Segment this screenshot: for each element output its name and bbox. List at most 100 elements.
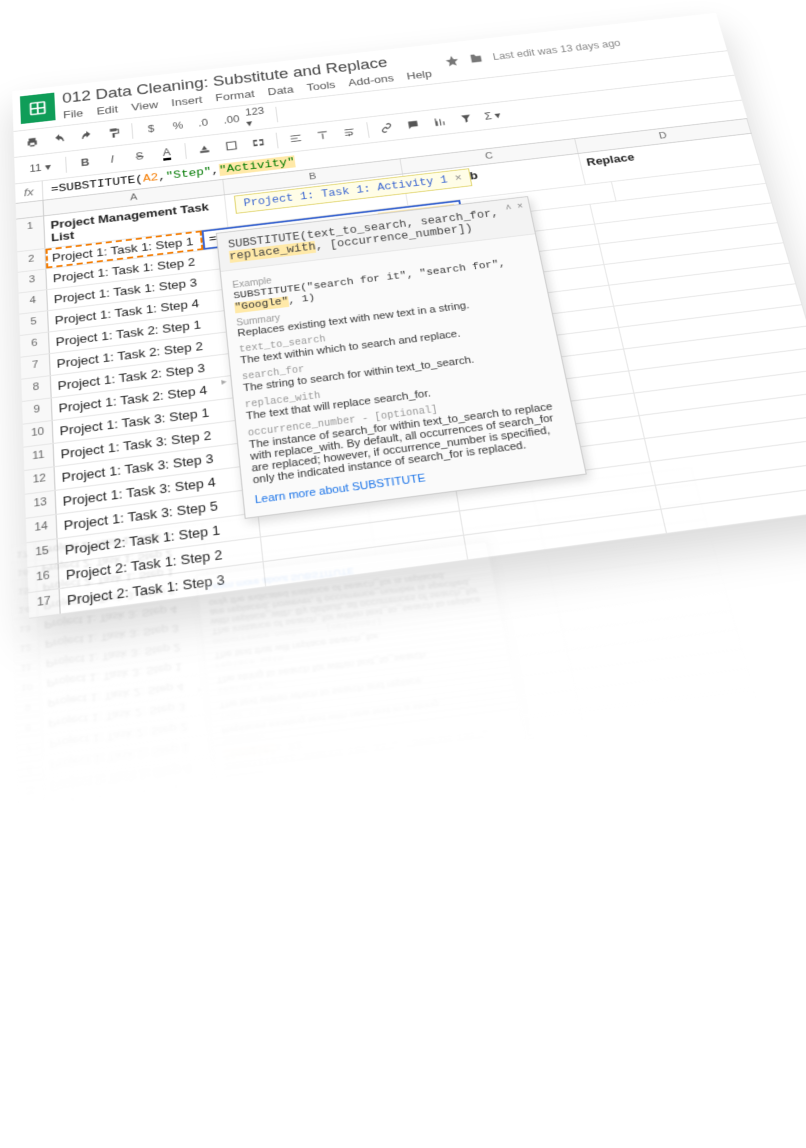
h-align-icon[interactable] (282, 128, 309, 150)
row-7-header[interactable]: 7 (21, 354, 51, 379)
functions-icon[interactable]: Σ ▾ (522, 880, 553, 906)
cell-A11[interactable]: Project 1: Task 3: Step 2 (40, 634, 216, 673)
cell-A3[interactable]: Project 1: Task 1: Step 2 (46, 796, 232, 840)
col-B[interactable]: B (238, 852, 426, 893)
cell-D2[interactable] (620, 750, 777, 789)
cell-B13[interactable] (210, 576, 382, 614)
expand-caret-icon[interactable]: ▸ (221, 377, 227, 388)
row-8-header[interactable]: 8 (15, 714, 43, 737)
italic-icon[interactable]: I (113, 934, 142, 961)
row-10-header[interactable]: 10 (13, 674, 41, 696)
menu-help[interactable]: Help (463, 955, 493, 974)
cell-B1[interactable] (234, 816, 423, 875)
collapse-help-icon[interactable]: ˄ × (505, 203, 524, 214)
insert-link-icon[interactable] (373, 117, 401, 138)
cell-D7[interactable] (572, 649, 749, 689)
cell-B4[interactable] (228, 753, 411, 796)
fill-color-icon[interactable] (212, 921, 241, 948)
undo-icon[interactable] (59, 974, 88, 1002)
cell-A7[interactable]: Project 1: Task 2: Step 2 (43, 713, 224, 755)
cell-B3[interactable] (230, 773, 414, 816)
fontsize-select[interactable]: 11 ▾ (28, 943, 71, 972)
filter-icon[interactable] (452, 108, 480, 129)
cell-C10[interactable] (389, 612, 563, 651)
row-6-header[interactable]: 6 (16, 755, 45, 779)
row-9-header[interactable]: 9 (22, 398, 53, 423)
insert-comment-icon[interactable] (399, 114, 427, 135)
cell-C8[interactable] (395, 651, 572, 691)
row-1-header[interactable]: 1 (19, 863, 49, 903)
menu-tools[interactable]: Tools (352, 969, 386, 988)
decrease-decimal-icon[interactable]: .0 (191, 112, 218, 133)
cell-D6[interactable] (576, 669, 754, 709)
cell-A4[interactable]: Project 1: Task 1: Step 3 (45, 775, 230, 818)
v-align-icon[interactable] (339, 904, 369, 931)
menu-tools[interactable]: Tools (306, 79, 336, 94)
cell-A6[interactable]: Project 1: Task 2: Step 1 (44, 733, 226, 775)
formula-input[interactable]: =SUBSTITUTE(A2,"Step","Activity" (50, 822, 797, 940)
row-2-header[interactable]: 2 (18, 841, 47, 866)
cell-D4[interactable] (585, 709, 765, 751)
cell-B14[interactable] (208, 558, 379, 595)
menu-help[interactable]: Help (406, 68, 433, 82)
folder-icon[interactable] (467, 51, 485, 67)
increase-decimal-icon[interactable]: .00 (248, 949, 278, 976)
cell-D11[interactable] (555, 574, 727, 612)
h-align-icon[interactable] (311, 908, 341, 935)
insert-chart-icon[interactable] (465, 888, 496, 914)
cell-B8[interactable] (220, 672, 398, 712)
format-currency-icon[interactable]: $ (138, 118, 165, 140)
row-14-header[interactable]: 14 (26, 515, 58, 542)
menu-data[interactable]: Data (267, 83, 294, 97)
row-11-header[interactable]: 11 (24, 444, 55, 470)
col-C[interactable]: C (424, 828, 611, 868)
cell-C3[interactable] (411, 751, 594, 794)
menu-file[interactable]: File (80, 1007, 103, 1025)
redo-icon[interactable] (89, 970, 118, 998)
cell-C12[interactable] (383, 575, 555, 613)
fill-color-icon[interactable] (191, 138, 218, 160)
row-4-header[interactable]: 4 (17, 798, 46, 822)
menu-edit[interactable]: Edit (117, 1002, 142, 1021)
row-10-header[interactable]: 10 (23, 421, 54, 447)
cell-C5[interactable] (404, 710, 584, 752)
cell-A15[interactable]: Project 2: Task 1: Step 1 (37, 559, 208, 596)
paint-format-icon[interactable] (118, 966, 147, 994)
cell-A14[interactable]: Project 1: Task 3: Step 5 (37, 578, 210, 616)
borders-icon[interactable] (241, 917, 270, 944)
col-A[interactable]: A (49, 876, 239, 918)
menu-data[interactable]: Data (308, 976, 339, 995)
menu-insert[interactable]: Insert (171, 94, 203, 109)
cell-C11[interactable] (386, 594, 559, 632)
cell-D10[interactable] (559, 592, 732, 630)
cell-B7[interactable] (222, 691, 401, 732)
menu-edit[interactable]: Edit (96, 103, 118, 117)
merge-cells-icon[interactable] (245, 132, 272, 154)
menu-view[interactable]: View (131, 99, 159, 113)
format-percent-icon[interactable]: % (165, 115, 192, 136)
wrap-icon[interactable] (368, 900, 398, 927)
cell-D5[interactable] (581, 689, 760, 730)
menu-addons[interactable]: Add-ons (398, 961, 451, 983)
cell-A8[interactable]: Project 1: Task 2: Step 3 (42, 693, 222, 734)
row-16-header[interactable]: 16 (10, 561, 37, 582)
cell-D12[interactable] (551, 556, 722, 593)
decrease-decimal-icon[interactable]: .0 (218, 953, 248, 980)
row-12-header[interactable]: 12 (12, 636, 39, 658)
col-D[interactable]: D (607, 805, 792, 845)
insert-chart-icon[interactable] (426, 111, 454, 132)
row-13-header[interactable]: 13 (25, 491, 57, 518)
row-15-header[interactable]: 15 (10, 579, 37, 600)
menu-format[interactable]: Format (215, 88, 255, 104)
cell-A1[interactable]: Project Management Task List (48, 840, 238, 899)
strikethrough-icon[interactable]: S (142, 930, 171, 957)
strikethrough-icon[interactable]: S (126, 145, 153, 167)
cell-D1[interactable]: Replace (599, 770, 787, 827)
cell-A5[interactable]: Project 1: Task 1: Step 4 (44, 754, 227, 797)
menu-insert[interactable]: Insert (201, 989, 237, 1009)
row-12-header[interactable]: 12 (24, 467, 55, 494)
menu-file[interactable]: File (63, 107, 84, 121)
row-3-header[interactable]: 3 (18, 269, 47, 292)
menu-format[interactable]: Format (250, 981, 295, 1002)
redo-icon[interactable] (73, 125, 99, 147)
